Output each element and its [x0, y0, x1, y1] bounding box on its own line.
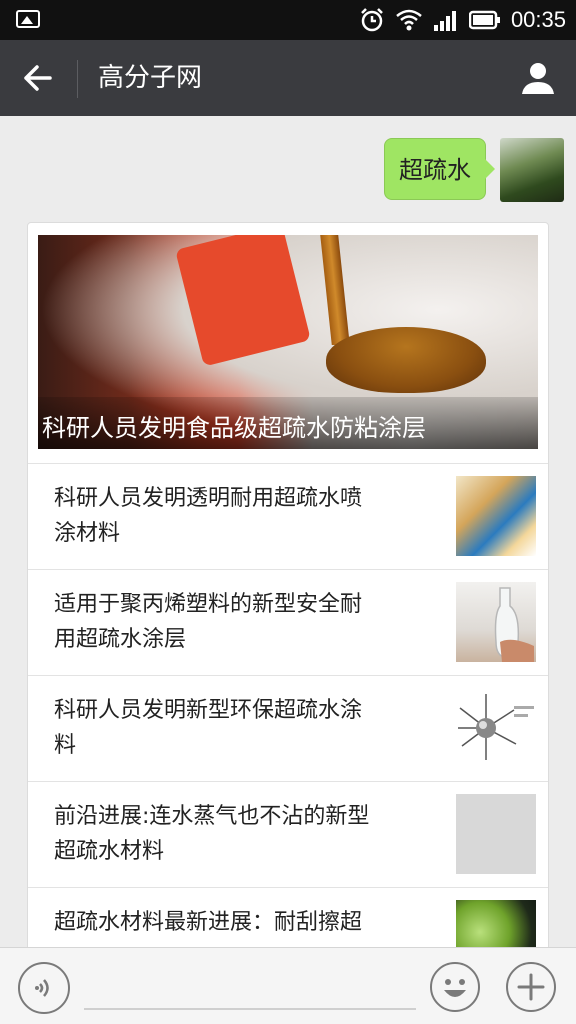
status-right: 00:35 — [359, 6, 566, 34]
hero-caption-overlay: 科研人员发明食品级超疏水防粘涂层 — [38, 397, 538, 449]
avatar[interactable] — [500, 138, 564, 202]
chat-message-row: 超疏水 — [384, 138, 564, 202]
article-title-line: 料 — [54, 733, 77, 758]
page-title: 高分子网 — [98, 63, 203, 93]
molecule-image — [458, 694, 534, 760]
back-arrow-icon[interactable] — [18, 58, 58, 98]
article-title: 适用于聚丙烯塑料的新型安全耐 用超疏水涂层 — [54, 587, 424, 657]
article-title-line: 超疏水材料 — [54, 839, 165, 864]
article-title-line: 涂材料 — [54, 521, 121, 546]
article-title-line: 适用于聚丙烯塑料的新型安全耐 — [54, 592, 363, 617]
more-button[interactable] — [506, 962, 556, 1012]
article-title-line: 科研人员发明新型环保超疏水涂 — [54, 698, 363, 723]
hero-image-stream — [320, 235, 350, 345]
battery-icon — [468, 10, 500, 30]
article-thumbnail — [456, 688, 536, 768]
status-time: 00:35 — [510, 7, 566, 32]
article-title: 科研人员发明透明耐用超疏水喷 涂材料 — [54, 481, 424, 551]
article-thumbnail-placeholder — [456, 794, 536, 874]
article-title: 超疏水材料最新进展：耐刮擦超 — [54, 905, 424, 940]
wifi-icon — [396, 9, 422, 31]
image-notification-icon — [16, 10, 40, 28]
message-bubble[interactable]: 超疏水 — [384, 138, 495, 200]
list-item[interactable]: 适用于聚丙烯塑料的新型安全耐 用超疏水涂层 — [28, 569, 548, 675]
article-title-line: 科研人员发明透明耐用超疏水喷 — [54, 486, 363, 511]
article-thumbnail — [456, 476, 536, 556]
list-item[interactable]: 前沿进展:连水蒸气也不沾的新型 超疏水材料 — [28, 781, 548, 887]
hero-caption: 科研人员发明食品级超疏水防粘涂层 — [42, 414, 426, 442]
bottle-image — [494, 587, 534, 662]
nav-bar: 高分子网 — [0, 40, 576, 116]
voice-icon — [35, 979, 49, 997]
hero-image-liquid — [326, 327, 486, 393]
alarm-icon — [361, 8, 383, 32]
hero-image-bottle — [175, 235, 311, 367]
plus-icon — [517, 973, 545, 1001]
status-bar: 00:35 — [0, 0, 576, 40]
nav-divider — [77, 60, 78, 98]
article-title-line: 前沿进展:连水蒸气也不沾的新型 — [54, 804, 370, 829]
hero-article[interactable]: 科研人员发明食品级超疏水防粘涂层 — [38, 235, 538, 449]
article-thumbnail — [456, 582, 536, 662]
article-list: 科研人员发明透明耐用超疏水喷 涂材料 适用于聚丙烯塑料的新型安全耐 用超疏水涂层… — [28, 463, 548, 961]
article-title-line: 用超疏水涂层 — [54, 627, 187, 652]
user-icon[interactable] — [518, 58, 558, 98]
list-item[interactable]: 科研人员发明透明耐用超疏水喷 涂材料 — [28, 463, 548, 569]
message-input[interactable] — [84, 1008, 416, 1010]
article-title: 前沿进展:连水蒸气也不沾的新型 超疏水材料 — [54, 799, 424, 869]
input-bar — [0, 947, 576, 1024]
signal-icon — [433, 11, 456, 31]
article-title-line: 超疏水材料最新进展：耐刮擦超 — [54, 910, 363, 935]
article-title: 科研人员发明新型环保超疏水涂 料 — [54, 693, 424, 763]
list-item[interactable]: 科研人员发明新型环保超疏水涂 料 — [28, 675, 548, 781]
news-card: 科研人员发明食品级超疏水防粘涂层 科研人员发明透明耐用超疏水喷 涂材料 适用于聚… — [27, 222, 549, 962]
emoji-icon — [444, 979, 466, 997]
voice-button[interactable] — [18, 962, 70, 1014]
emoji-button[interactable] — [430, 962, 480, 1012]
